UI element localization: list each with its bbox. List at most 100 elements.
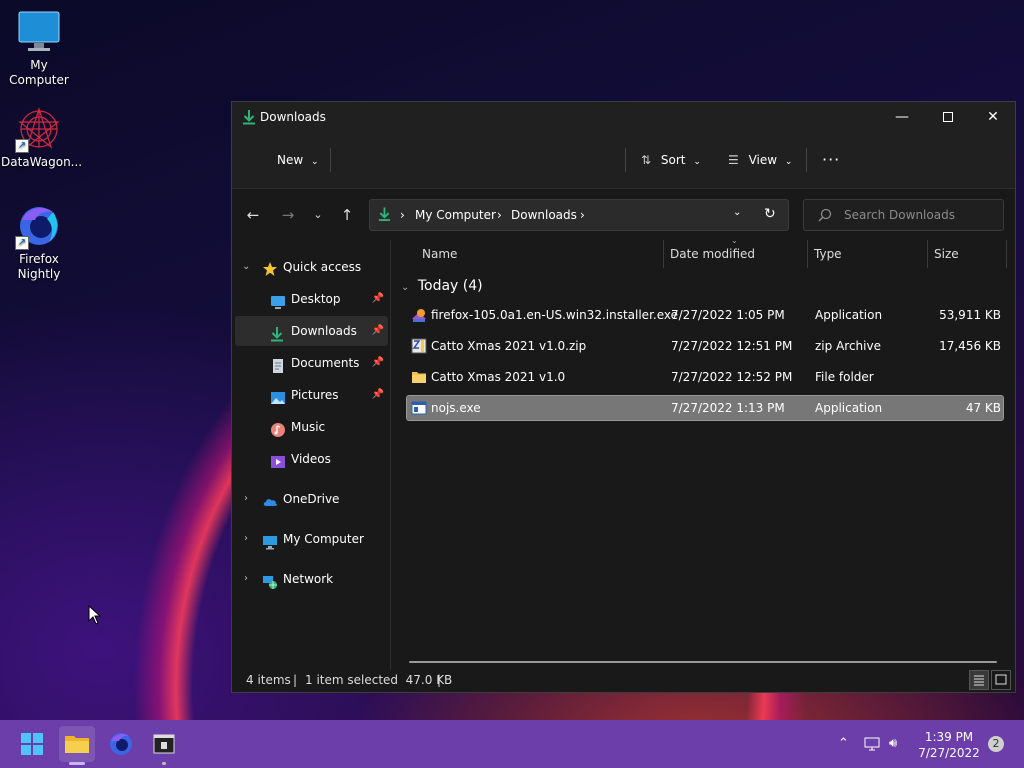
view-lines-icon: ☰	[728, 153, 739, 167]
pin-icon[interactable]: 📌	[372, 316, 384, 346]
toolbar-divider	[330, 148, 331, 172]
sidebar-item-label: Quick access	[283, 260, 362, 274]
more-options-button[interactable]: ···	[822, 146, 840, 174]
pin-icon[interactable]: 📌	[372, 348, 384, 378]
sidebar-item-label: Documents	[291, 356, 360, 370]
sidebar-item-label: My Computer	[283, 532, 364, 546]
download-arrow-icon	[270, 323, 286, 342]
sidebar-item-label: Desktop	[291, 292, 341, 306]
column-divider[interactable]	[807, 240, 808, 268]
title-bar[interactable]: Downloads — ✕	[232, 102, 1015, 132]
sidebar-item-documents[interactable]: Documents 📌	[235, 348, 388, 378]
chevron-down-icon: ⌄	[311, 157, 319, 167]
file-row[interactable]: Catto Xmas 2021 v1.0 7/27/2022 12:52 PM …	[407, 365, 1003, 389]
address-history-chevron-icon[interactable]: ⌄	[733, 207, 741, 218]
breadcrumb-my-computer[interactable]: My Computer	[415, 208, 496, 222]
app-window-icon	[153, 733, 175, 758]
file-row[interactable]: firefox-105.0a1.en-US.win32.installer.ex…	[407, 303, 1003, 327]
toolbar-divider	[625, 148, 626, 172]
up-arrow-icon[interactable]: ↑	[335, 203, 359, 227]
maximize-button[interactable]	[925, 102, 971, 132]
breadcrumb-separator-icon: ›	[497, 208, 502, 222]
column-header-size[interactable]: Size	[934, 240, 959, 268]
sidebar-item-label: Pictures	[291, 388, 339, 402]
chevron-down-icon: ⌄	[242, 261, 251, 272]
column-divider[interactable]	[1006, 240, 1007, 268]
desktop-icon-datawagon[interactable]: ↗ DataWagon...	[1, 107, 82, 170]
sidebar-item-videos[interactable]: Videos	[235, 444, 388, 474]
search-box[interactable]	[803, 199, 1004, 231]
network-status-icon[interactable]	[864, 720, 880, 768]
monitor-icon	[17, 10, 61, 54]
new-button[interactable]: New ⌄	[277, 146, 319, 174]
chevron-down-icon: ⌄	[784, 157, 793, 167]
download-arrow-icon	[242, 109, 256, 125]
recent-locations-chevron-icon[interactable]: ⌄	[306, 203, 330, 227]
sort-button[interactable]: ⇅ Sort ⌄	[641, 146, 701, 174]
close-button[interactable]: ✕	[970, 102, 1016, 132]
back-arrow-icon[interactable]: ←	[241, 203, 265, 227]
column-divider[interactable]	[663, 240, 664, 268]
column-header-name[interactable]: Name	[422, 240, 457, 268]
column-divider[interactable]	[927, 240, 928, 268]
new-label: New	[277, 153, 304, 167]
taskbar: ⌃ 🔊︎ 1:39 PM 7/27/2022	[0, 720, 1024, 768]
download-arrow-icon	[378, 206, 391, 225]
sidebar-item-desktop[interactable]: Desktop 📌	[235, 284, 388, 314]
sidebar-item-pictures[interactable]: Pictures 📌	[235, 380, 388, 410]
datawagon-logo-icon: ↗	[15, 107, 61, 153]
file-size: 47 KB	[965, 401, 1001, 415]
search-icon	[818, 208, 832, 225]
column-header-date[interactable]: Date modified	[670, 240, 755, 268]
folder-icon	[411, 369, 427, 385]
sidebar-item-downloads[interactable]: Downloads 📌	[235, 316, 388, 346]
breadcrumb-separator-icon: ›	[400, 208, 405, 222]
chevron-up-icon[interactable]: ⌃	[838, 720, 849, 768]
taskbar-firefox-nightly[interactable]	[103, 726, 139, 762]
refresh-icon[interactable]: ↻	[764, 206, 776, 222]
desktop-icon-my-computer[interactable]: My Computer	[1, 10, 77, 88]
item-count: 4 items	[246, 673, 291, 687]
file-type: zip Archive	[815, 339, 881, 353]
desktop-icon-firefox-nightly[interactable]: ↗ Firefox Nightly	[1, 204, 77, 282]
tiles-view-button[interactable]	[991, 670, 1011, 690]
clock[interactable]: 1:39 PM 7/27/2022	[912, 729, 986, 761]
pin-icon[interactable]: 📌	[372, 284, 384, 314]
forward-arrow-icon[interactable]: →	[276, 203, 300, 227]
breadcrumb-downloads[interactable]: Downloads	[511, 208, 577, 222]
minimize-button[interactable]: —	[879, 102, 925, 132]
address-bar[interactable]: › My Computer › Downloads › ⌄ ↻	[369, 199, 789, 231]
sidebar-item-quick-access[interactable]: ⌄ Quick access	[235, 252, 388, 282]
desktop-folder-icon	[270, 291, 286, 309]
view-button[interactable]: ☰ View ⌄	[728, 146, 792, 174]
firefox-nightly-icon	[109, 732, 133, 759]
sidebar-item-label: OneDrive	[283, 492, 340, 506]
taskbar-file-explorer[interactable]	[59, 726, 95, 765]
details-view-button[interactable]	[969, 670, 989, 690]
sidebar-item-network[interactable]: › Network	[235, 564, 388, 594]
start-button[interactable]	[14, 726, 50, 762]
taskbar-app-window[interactable]	[146, 726, 182, 765]
sidebar-item-onedrive[interactable]: › OneDrive	[235, 484, 388, 514]
volume-icon[interactable]: 🔊︎	[889, 720, 897, 768]
group-header[interactable]: ⌄ Today (4)	[401, 278, 483, 294]
file-type: Application	[815, 401, 883, 415]
horizontal-scrollbar[interactable]	[409, 661, 997, 663]
column-header-type[interactable]: Type	[814, 240, 842, 268]
music-icon	[270, 419, 286, 437]
file-type: File folder	[815, 370, 874, 384]
file-name: nojs.exe	[431, 401, 481, 415]
file-row[interactable]: nojs.exe 7/27/2022 1:13 PM Application 4…	[406, 395, 1004, 421]
sidebar-item-music[interactable]: Music	[235, 412, 388, 442]
file-type: Application	[815, 308, 883, 322]
status-divider: |	[293, 673, 298, 687]
navigation-row: ← → ⌄ ↑ › My Computer › Downloads › ⌄ ↻	[232, 189, 1015, 241]
desktop-icon-label: My Computer	[9, 58, 69, 87]
file-row[interactable]: Catto Xmas 2021 v1.0.zip 7/27/2022 12:51…	[407, 334, 1003, 358]
sidebar-item-label: Downloads	[291, 324, 357, 338]
sidebar-item-my-computer[interactable]: › My Computer	[235, 524, 388, 554]
navigation-pane: ⌄ Quick access Desktop 📌 Downloads 📌 Doc…	[232, 240, 391, 670]
notification-badge[interactable]: 2	[988, 736, 1004, 752]
pin-icon[interactable]: 📌	[372, 380, 384, 410]
search-input[interactable]	[842, 207, 996, 223]
